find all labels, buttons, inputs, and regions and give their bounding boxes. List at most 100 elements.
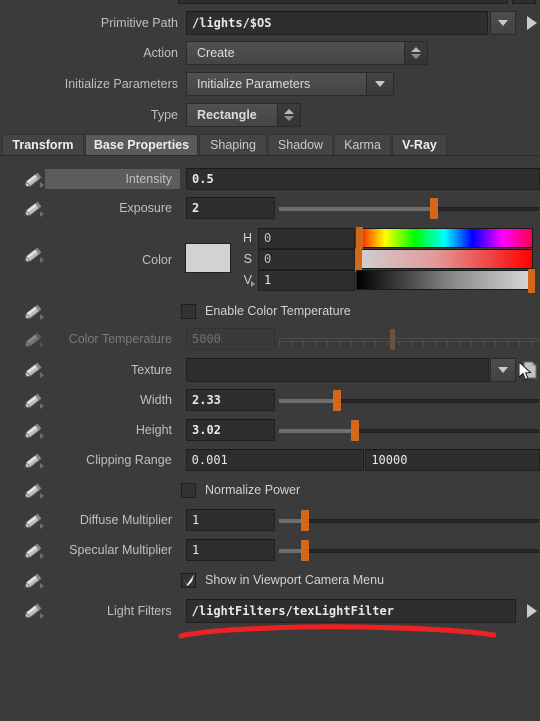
diffuse-multiplier-slider-track	[279, 519, 539, 523]
row-height: Height 3.02	[0, 418, 540, 442]
width-slider-fill	[279, 399, 337, 403]
tab-bar: Transform Base Properties Shaping Shadow…	[0, 134, 540, 156]
jump-to-node-icon	[526, 604, 537, 618]
row-intensity: Intensity 0.5	[0, 167, 540, 191]
row-color-s: S 0	[0, 248, 540, 272]
tab-transform-label: Transform	[12, 138, 74, 152]
row-specular-multiplier: Specular Multiplier 1	[0, 538, 540, 562]
exposure-slider[interactable]	[279, 197, 539, 219]
color-v-input[interactable]: 1	[258, 269, 355, 291]
initialize-parameters-label: Initialize Parameters	[64, 77, 178, 91]
width-slider-handle[interactable]	[333, 390, 341, 411]
light-filters-input[interactable]: /lightFilters/texLightFilter	[185, 599, 517, 623]
primitive-path-dropdown-button[interactable]	[490, 11, 516, 35]
tab-base-properties[interactable]: Base Properties	[85, 134, 198, 155]
houdini-parameter-panel: Primitive Path /lights/$OS Action Create…	[0, 0, 540, 721]
type-menu[interactable]: Rectangle	[186, 103, 301, 127]
show-in-viewport-camera-menu-label: Show in Viewport Camera Menu	[205, 573, 385, 587]
chevron-down-icon	[498, 367, 508, 373]
row-diffuse-multiplier: Diffuse Multiplier 1	[0, 508, 540, 532]
row-texture: Texture	[0, 357, 540, 383]
row-clipping-range: Clipping Range 0.001 10000	[0, 448, 540, 472]
color-s-ramp[interactable]	[355, 248, 533, 272]
diffuse-multiplier-label: Diffuse Multiplier	[79, 513, 172, 527]
color-s-input[interactable]: 0	[258, 248, 355, 270]
row-width: Width 2.33	[0, 388, 540, 412]
action-stepper[interactable]	[404, 42, 427, 64]
color-h-input[interactable]: 0	[258, 227, 355, 249]
width-slider[interactable]	[279, 389, 539, 411]
mouse-cursor	[519, 362, 532, 381]
specular-multiplier-label: Specular Multiplier	[69, 543, 172, 557]
height-slider-handle[interactable]	[351, 420, 359, 441]
enable-color-temperature-checkbox[interactable]	[181, 303, 196, 319]
normalize-power-checkbox[interactable]	[181, 482, 196, 498]
clipped-top-field-right[interactable]	[512, 0, 536, 4]
checkmark-icon	[183, 574, 194, 586]
height-input[interactable]: 3.02	[186, 419, 275, 441]
tab-karma[interactable]: Karma	[334, 134, 391, 155]
row-action: Action Create	[0, 40, 540, 66]
width-input[interactable]: 2.33	[186, 389, 275, 411]
exposure-label: Exposure	[119, 201, 172, 215]
color-v-label: V	[243, 273, 252, 287]
exposure-slider-handle[interactable]	[430, 198, 438, 219]
tab-bar-underline	[0, 155, 540, 156]
color-temperature-slider-handle	[390, 329, 395, 350]
enable-color-temperature-label: Enable Color Temperature	[205, 304, 351, 318]
color-v-expand-triangle[interactable]	[251, 281, 255, 287]
diffuse-multiplier-slider-handle[interactable]	[301, 510, 309, 531]
row-color-v: V 1	[0, 269, 540, 293]
tab-transform[interactable]: Transform	[2, 134, 84, 155]
color-temperature-input: 5000	[186, 328, 275, 350]
tab-shadow[interactable]: Shadow	[268, 134, 333, 155]
color-s-label: S	[243, 252, 252, 266]
row-color-temperature: Color Temperature 5000	[0, 327, 540, 351]
show-in-viewport-camera-menu-checkbox[interactable]	[181, 572, 196, 588]
clipping-range-max-input[interactable]: 10000	[365, 449, 540, 471]
diffuse-multiplier-slider[interactable]	[279, 509, 539, 531]
specular-multiplier-slider[interactable]	[279, 539, 539, 561]
intensity-input[interactable]: 0.5	[186, 168, 540, 190]
color-v-ramp-handle[interactable]	[528, 269, 535, 293]
row-normalize-power: Normalize Power	[0, 479, 540, 501]
initialize-parameters-value: Initialize Parameters	[197, 77, 311, 91]
tab-vray[interactable]: V-Ray	[392, 134, 447, 155]
row-type: Type Rectangle	[0, 102, 540, 128]
tab-shaping[interactable]: Shaping	[199, 134, 267, 155]
color-h-ramp[interactable]	[356, 227, 533, 251]
type-stepper[interactable]	[277, 104, 300, 126]
specular-multiplier-slider-handle[interactable]	[301, 540, 309, 561]
primitive-path-label: Primitive Path	[100, 16, 178, 30]
width-label: Width	[140, 393, 172, 407]
color-v-ramp[interactable]	[356, 269, 535, 293]
diffuse-multiplier-input[interactable]: 1	[186, 509, 275, 531]
tab-shadow-label: Shadow	[277, 138, 324, 152]
initialize-parameters-menu[interactable]: Initialize Parameters	[186, 72, 394, 96]
primitive-path-input[interactable]: /lights/$OS	[186, 11, 488, 35]
action-menu-value: Create	[197, 46, 235, 60]
normalize-power-label: Normalize Power	[205, 483, 301, 497]
row-show-in-viewport-camera-menu: Show in Viewport Camera Menu	[0, 569, 540, 591]
light-filters-jump-button[interactable]	[522, 601, 540, 621]
initialize-parameters-dropdown[interactable]	[366, 73, 393, 95]
color-h-label: H	[242, 231, 252, 245]
specular-multiplier-input[interactable]: 1	[186, 539, 275, 561]
type-menu-value: Rectangle	[197, 108, 257, 122]
texture-label: Texture	[131, 363, 172, 377]
row-light-filters: Light Filters /lightFilters/texLightFilt…	[0, 598, 540, 624]
texture-dropdown-button[interactable]	[490, 358, 516, 382]
light-filters-label: Light Filters	[107, 604, 172, 618]
clipped-top-field[interactable]	[178, 0, 508, 4]
texture-input[interactable]	[186, 358, 489, 382]
exposure-slider-fill	[279, 207, 433, 211]
row-primitive-path: Primitive Path /lights/$OS	[0, 10, 540, 36]
red-underline	[178, 624, 497, 639]
primitive-path-jump-button[interactable]	[522, 13, 540, 33]
action-menu[interactable]: Create	[186, 41, 428, 65]
clipping-range-min-input[interactable]: 0.001	[185, 449, 365, 471]
action-label: Action	[143, 46, 178, 60]
exposure-input[interactable]: 2	[186, 197, 275, 219]
tab-shaping-label: Shaping	[210, 138, 256, 152]
height-slider[interactable]	[279, 419, 539, 441]
